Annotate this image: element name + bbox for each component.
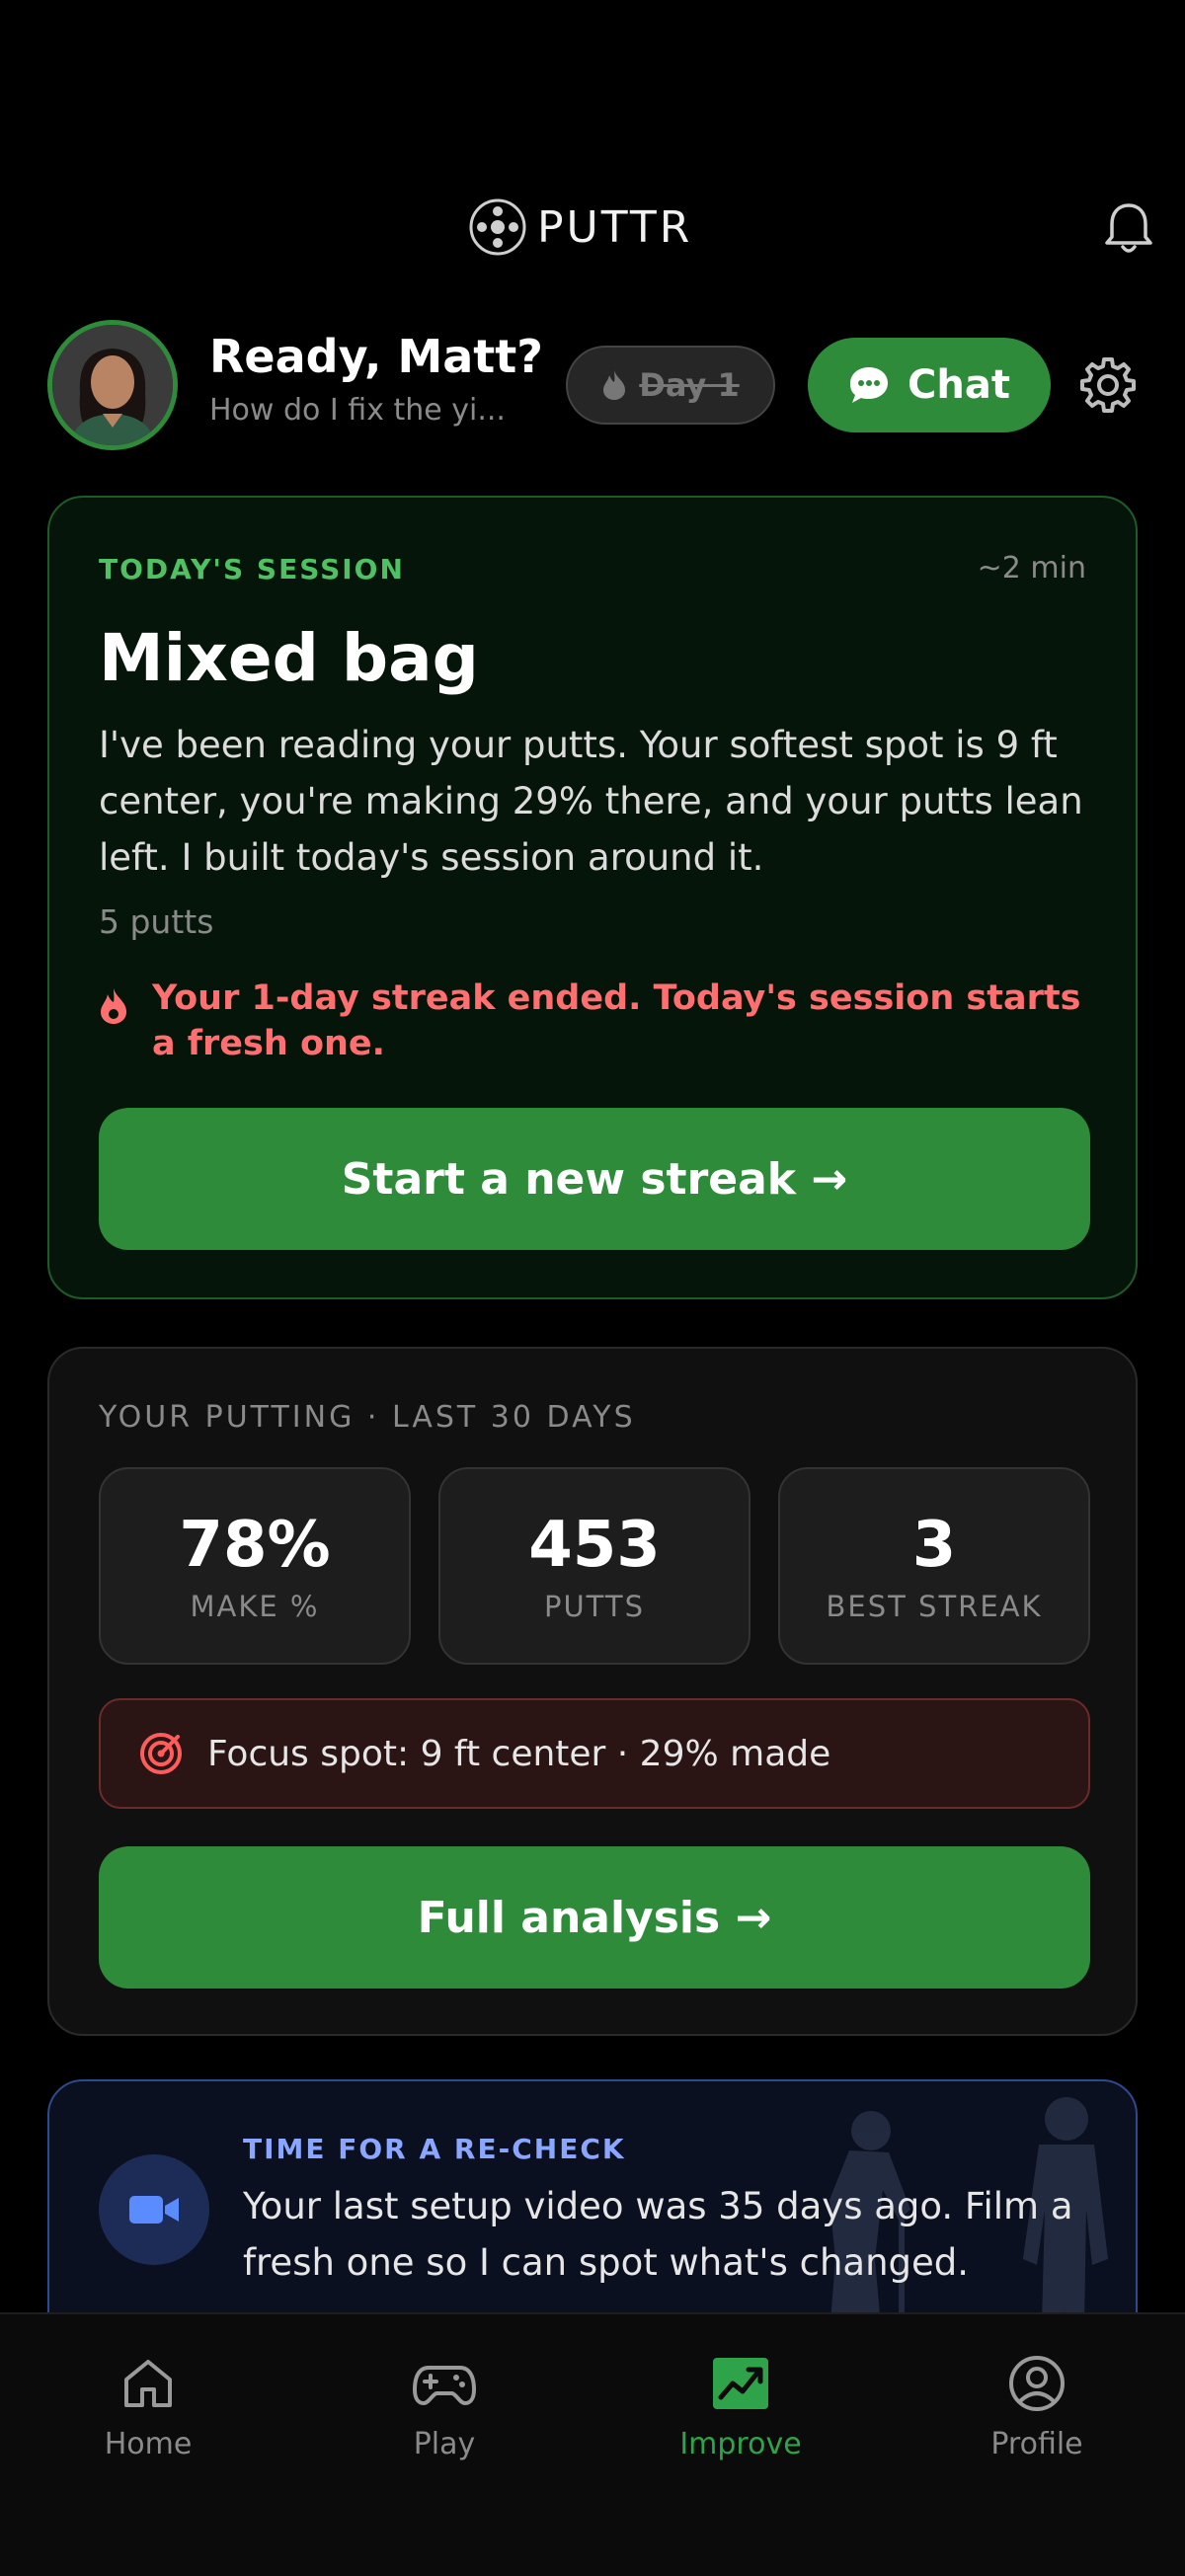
tab-play[interactable]: Play [346,2354,543,2461]
session-card: TODAY'S SESSION ~2 min Mixed bag I've be… [47,496,1138,1299]
chat-button[interactable]: Chat [808,338,1051,432]
recheck-description: Your last setup video was 35 days ago. F… [243,2185,1073,2284]
focus-spot-text: Focus spot: 9 ft center · 29% made [207,1733,831,1774]
stat-label: MAKE % [190,1590,320,1623]
stat-value: 78% [179,1509,331,1582]
logo-text: PUTTR [537,201,693,253]
video-camera-badge [99,2154,209,2265]
putting-stats-card: YOUR PUTTING · LAST 30 DAYS 78% MAKE % 4… [47,1347,1138,2036]
target-icon [140,1733,182,1774]
profile-icon [1009,2356,1065,2411]
session-title: Mixed bag [99,620,479,696]
tab-profile[interactable]: Profile [938,2354,1136,2461]
greeting-header: Ready, Matt? How do I fix the yi... Day … [47,316,1163,454]
stat-label: PUTTS [543,1590,646,1623]
tab-label: Play [413,2427,476,2461]
chat-bubble-icon [850,367,889,403]
session-description: I've been reading your putts. Your softe… [99,724,1083,879]
avatar-image [52,325,173,445]
session-putt-count: 5 putts [99,902,214,941]
home-icon [124,2360,172,2407]
streak-ended-notice: Your 1-day streak ended. Today's session… [99,976,1096,1066]
stats-eyebrow: YOUR PUTTING · LAST 30 DAYS [99,1400,636,1435]
bottom-tab-bar: Home Play Improve Profile [0,2312,1185,2576]
streak-pill[interactable]: Day 1 [566,346,775,425]
stat-tile-make-percent: 78% MAKE % [99,1467,411,1665]
session-duration: ~2 min [977,551,1086,585]
stat-tile-best-streak: 3 BEST STREAK [778,1467,1090,1665]
bell-icon[interactable] [1098,197,1159,259]
greeting-title: Ready, Matt? [209,330,543,383]
flame-icon [101,988,126,1024]
session-eyebrow: TODAY'S SESSION [99,553,405,585]
start-streak-button[interactable]: Start a new streak → [99,1108,1090,1250]
stat-tile-putts: 453 PUTTS [438,1467,750,1665]
chart-icon [713,2358,768,2409]
logo-mark-icon [469,198,526,256]
focus-spot-banner: Focus spot: 9 ft center · 29% made [99,1698,1090,1809]
streak-pill-label: Day 1 [639,366,740,404]
flame-icon [603,370,626,400]
greeting-subtitle[interactable]: How do I fix the yi... [209,393,535,428]
tab-label: Profile [990,2427,1083,2461]
greeting-block: Ready, Matt? How do I fix the yi... [209,330,543,428]
recheck-eyebrow: TIME FOR A RE-CHECK [243,2133,626,2165]
avatar[interactable] [47,320,178,450]
tab-home[interactable]: Home [49,2354,247,2461]
stat-value: 453 [528,1509,661,1582]
top-bar: PUTTR [0,188,1185,271]
full-analysis-button[interactable]: Full analysis → [99,1846,1090,1989]
streak-notice-text: Your 1-day streak ended. Today's session… [152,978,1081,1063]
stat-label: BEST STREAK [826,1590,1043,1623]
video-camera-icon [129,2196,179,2224]
stat-value: 3 [911,1509,957,1582]
tab-label: Improve [679,2427,802,2461]
chat-button-label: Chat [908,362,1010,408]
tab-label: Home [104,2427,193,2461]
app-logo: PUTTR [468,197,692,257]
gamepad-icon [413,2366,476,2405]
tab-improve[interactable]: Improve [642,2354,839,2461]
gear-icon[interactable] [1078,355,1138,415]
